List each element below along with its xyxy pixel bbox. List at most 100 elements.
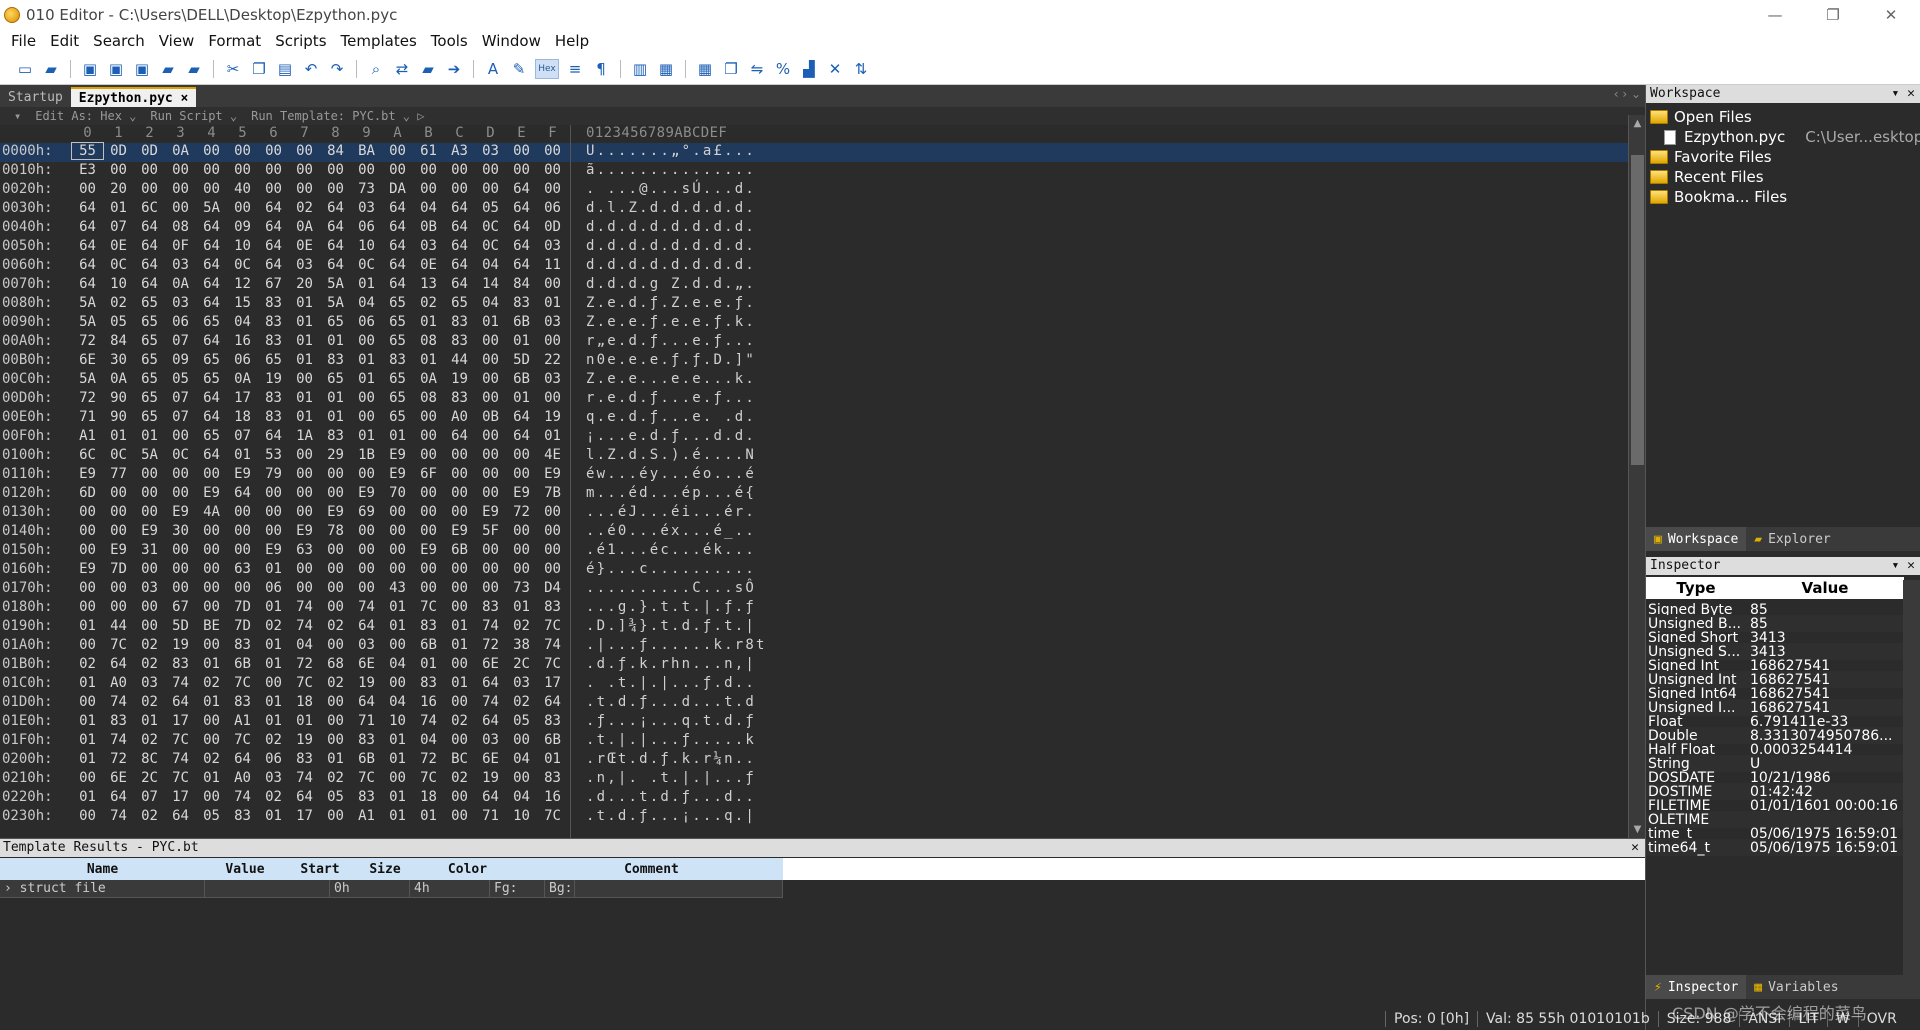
menu-search[interactable]: Search: [86, 32, 152, 50]
hex-byte[interactable]: 02: [444, 770, 475, 786]
hex-byte[interactable]: 05: [165, 371, 196, 387]
hex-byte[interactable]: 01: [351, 371, 382, 387]
col-name[interactable]: Name: [0, 862, 205, 877]
hex-byte[interactable]: 0F: [165, 238, 196, 254]
hex-byte[interactable]: 77: [103, 466, 134, 482]
hex-byte[interactable]: 72: [289, 656, 320, 672]
hex-byte[interactable]: 00: [382, 561, 413, 577]
hex-byte[interactable]: 64: [475, 789, 506, 805]
hex-byte[interactable]: 19: [444, 371, 475, 387]
hex-byte[interactable]: 64: [196, 295, 227, 311]
hex-byte[interactable]: 05: [475, 200, 506, 216]
hex-byte[interactable]: 00: [289, 181, 320, 197]
hex-byte[interactable]: 00: [351, 542, 382, 558]
hex-byte[interactable]: 01: [506, 599, 537, 615]
hex-byte[interactable]: 00: [289, 504, 320, 520]
tab-explorer[interactable]: ▰ Explorer: [1746, 527, 1838, 551]
hex-byte[interactable]: 71: [72, 409, 103, 425]
paragraph-icon[interactable]: ¶: [591, 59, 611, 79]
hex-byte[interactable]: 83: [444, 390, 475, 406]
hex-byte[interactable]: 00: [227, 580, 258, 596]
hex-byte[interactable]: DA: [382, 181, 413, 197]
hex-byte[interactable]: 64: [196, 219, 227, 235]
hex-byte[interactable]: 00: [506, 523, 537, 539]
histogram-icon[interactable]: ▟: [799, 59, 819, 79]
hex-byte[interactable]: 02: [320, 618, 351, 634]
hex-byte[interactable]: 0E: [289, 238, 320, 254]
hex-byte[interactable]: 00: [72, 637, 103, 653]
hex-byte[interactable]: 02: [506, 618, 537, 634]
hex-byte[interactable]: 00: [351, 561, 382, 577]
hex-byte[interactable]: 64: [196, 238, 227, 254]
hex-byte[interactable]: 04: [413, 732, 444, 748]
hex-byte[interactable]: 00: [351, 390, 382, 406]
hex-byte[interactable]: 68: [320, 656, 351, 672]
hex-byte[interactable]: 65: [382, 333, 413, 349]
menu-scripts[interactable]: Scripts: [268, 32, 333, 50]
hex-byte[interactable]: 7C: [537, 618, 568, 634]
hex-byte[interactable]: 74: [103, 808, 134, 824]
hex-byte[interactable]: 01: [382, 732, 413, 748]
hex-byte[interactable]: 65: [258, 352, 289, 368]
hex-byte[interactable]: 00: [258, 675, 289, 691]
panel-buttons-icon[interactable]: ▾ ✕: [1892, 557, 1915, 575]
hex-byte[interactable]: 05: [506, 713, 537, 729]
hex-byte[interactable]: 64: [320, 200, 351, 216]
hex-byte[interactable]: 00: [475, 333, 506, 349]
hex-byte[interactable]: 00: [165, 181, 196, 197]
hex-byte[interactable]: 65: [320, 371, 351, 387]
hex-byte[interactable]: 64: [351, 618, 382, 634]
save-all-icon[interactable]: ▣: [132, 59, 152, 79]
hex-byte[interactable]: 5A: [196, 200, 227, 216]
hex-byte[interactable]: 01: [444, 618, 475, 634]
hex-row[interactable]: 0170h: 00 00 03 00 00 00 06 00 00 00 43 00 00 00 73 D4..…: [0, 580, 1628, 599]
hex-byte[interactable]: 83: [537, 713, 568, 729]
menu-format[interactable]: Format: [201, 32, 268, 50]
col-size[interactable]: Size: [355, 862, 415, 877]
find-icon[interactable]: ⌕: [366, 59, 386, 79]
hex-byte[interactable]: 64: [475, 713, 506, 729]
hex-row[interactable]: 0160h: E9 7D 00 00 00 63 01 00 00 00 00 00 00 00 00 00 é}…: [0, 561, 1628, 580]
hex-byte[interactable]: 83: [351, 732, 382, 748]
hex-byte[interactable]: 07: [165, 333, 196, 349]
hex-byte[interactable]: 74: [413, 713, 444, 729]
hex-byte[interactable]: 19: [165, 637, 196, 653]
hex-byte[interactable]: 01: [382, 599, 413, 615]
hex-mode-icon[interactable]: Hex: [535, 58, 559, 79]
hex-byte[interactable]: 00: [165, 580, 196, 596]
hex-byte[interactable]: 07: [227, 428, 258, 444]
hex-byte[interactable]: 00: [165, 485, 196, 501]
hex-byte[interactable]: 64: [196, 257, 227, 273]
ascii-text[interactable]: d.l.Z.d.d.d.d.d.: [586, 200, 760, 216]
hex-byte[interactable]: 53: [258, 447, 289, 463]
hex-byte[interactable]: E9: [72, 466, 103, 482]
hex-byte[interactable]: 84: [103, 333, 134, 349]
hex-byte[interactable]: 65: [382, 371, 413, 387]
hex-byte[interactable]: 01: [134, 428, 165, 444]
hex-byte[interactable]: 00: [289, 143, 320, 159]
hex-byte[interactable]: A3: [444, 143, 475, 159]
tab-ezpython[interactable]: Ezpython.pyc ×: [70, 87, 197, 107]
hex-byte[interactable]: 00: [413, 162, 444, 178]
hex-byte[interactable]: 01: [382, 751, 413, 767]
hex-byte[interactable]: 00: [196, 637, 227, 653]
hex-byte[interactable]: 64: [227, 485, 258, 501]
hex-byte[interactable]: 01: [413, 314, 444, 330]
hex-byte[interactable]: BC: [444, 751, 475, 767]
hex-byte[interactable]: 83: [475, 599, 506, 615]
hex-byte[interactable]: 65: [134, 333, 165, 349]
hex-byte[interactable]: 83: [258, 295, 289, 311]
hex-byte[interactable]: 0C: [103, 257, 134, 273]
open-workspace-icon[interactable]: ▰: [158, 59, 178, 79]
hex-byte[interactable]: 83: [258, 333, 289, 349]
hex-byte[interactable]: 01: [506, 390, 537, 406]
hex-row[interactable]: 0130h: 00 00 00 E9 4A 00 00 00 E9 69 00 00 00 E9 72 00..…: [0, 504, 1628, 523]
hex-byte[interactable]: 02: [413, 295, 444, 311]
hex-byte[interactable]: 5A: [72, 295, 103, 311]
hex-byte[interactable]: 09: [165, 352, 196, 368]
hex-byte[interactable]: 65: [320, 314, 351, 330]
hex-byte[interactable]: 18: [227, 409, 258, 425]
hex-byte[interactable]: 00: [134, 561, 165, 577]
hex-byte[interactable]: 01: [320, 751, 351, 767]
hex-byte[interactable]: 64: [475, 675, 506, 691]
